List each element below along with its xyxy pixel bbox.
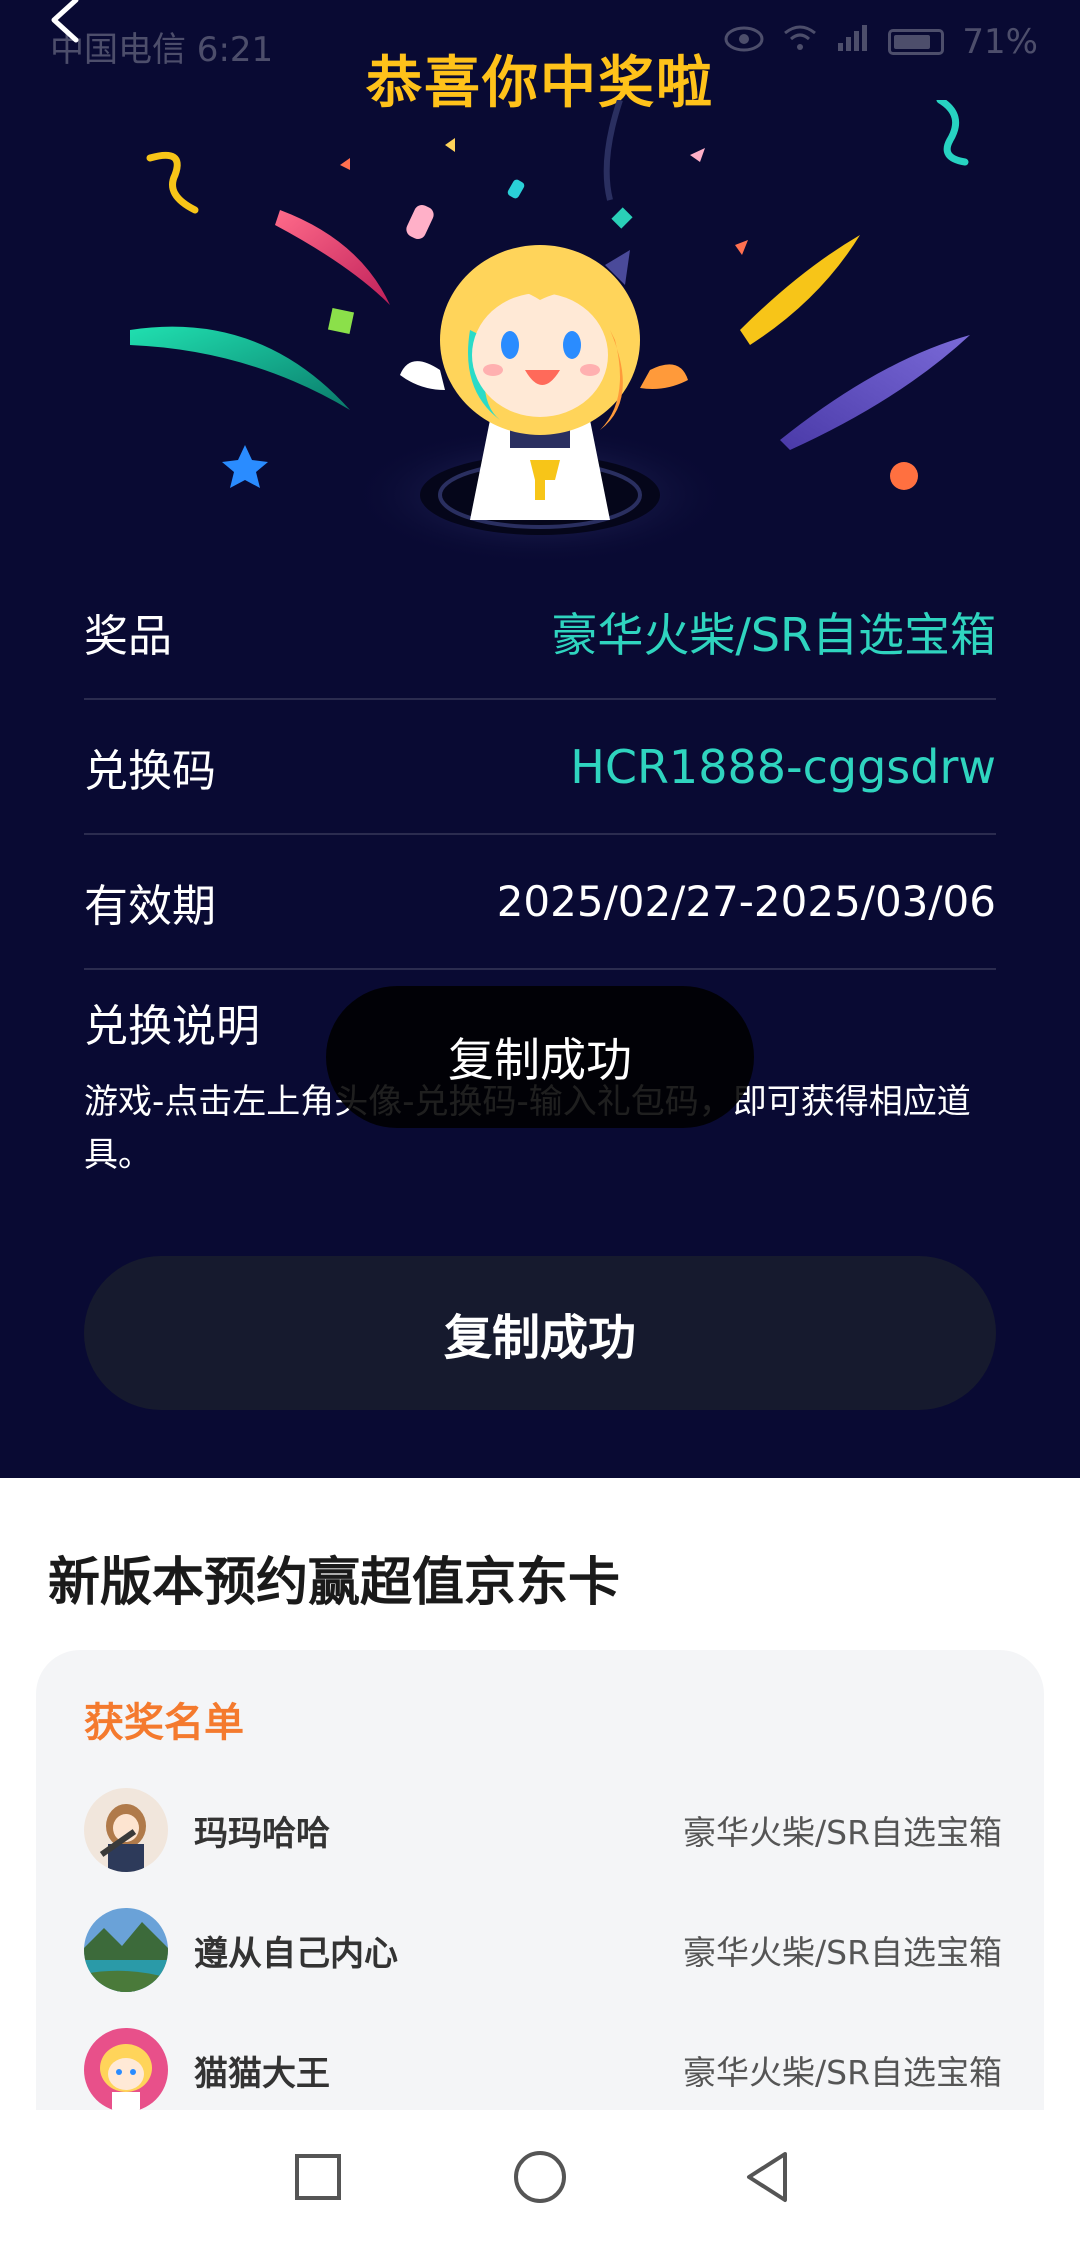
prize-label: 奖品 [84, 610, 172, 662]
winners-title: 获奖名单 [84, 1700, 244, 1746]
avatar [84, 2028, 168, 2110]
prize-row: 奖品 豪华火柴/SR自选宝箱 [84, 565, 996, 700]
prize-details: 奖品 豪华火柴/SR自选宝箱 兑换码 HCR1888-cggsdrw 有效期 2… [84, 565, 996, 970]
winner-prize: 豪华火柴/SR自选宝箱 [683, 1933, 1002, 1972]
redeem-code-label: 兑换码 [84, 745, 216, 797]
validity-value: 2025/02/27-2025/03/06 [496, 877, 996, 926]
nav-back-button[interactable] [733, 2142, 803, 2212]
system-nav-bar [0, 2112, 1080, 2244]
prize-value: 豪华火柴/SR自选宝箱 [551, 607, 996, 662]
winner-name: 猫猫大王 [194, 2053, 330, 2094]
copy-button[interactable]: 复制成功 [84, 1256, 996, 1410]
winner-prize: 豪华火柴/SR自选宝箱 [683, 1813, 1002, 1852]
prize-panel: 中国电信 6:21 71% 恭喜你中奖啦 奖品 豪华火柴/SR自选宝箱 兑换码 … [0, 0, 1080, 1478]
nav-square-icon [295, 2154, 341, 2200]
winners-card: 获奖名单 玛玛哈哈 豪华火柴/SR自选宝箱 遵从自己内心 豪华火柴/SR自选宝箱 [36, 1650, 1044, 2110]
winner-name: 遵从自己内心 [194, 1933, 398, 1974]
avatar [84, 1908, 168, 1992]
winner-prize: 豪华火柴/SR自选宝箱 [683, 2053, 1002, 2092]
copy-success-toast: 复制成功 [326, 986, 754, 1128]
celebration-illustration [130, 100, 970, 565]
redeem-code-value[interactable]: HCR1888-cggsdrw [570, 740, 996, 794]
promo-title: 新版本预约赢超值京东卡 [48, 1553, 621, 1613]
list-item: 猫猫大王 豪华火柴/SR自选宝箱 [84, 2027, 1002, 2110]
nav-circle-icon [514, 2151, 566, 2203]
nav-recents-button[interactable] [283, 2142, 353, 2212]
winner-name: 玛玛哈哈 [194, 1813, 330, 1854]
avatar [84, 1788, 168, 1872]
list-item: 玛玛哈哈 豪华火柴/SR自选宝箱 [84, 1787, 1002, 1873]
validity-row: 有效期 2025/02/27-2025/03/06 [84, 835, 996, 970]
nav-home-button[interactable] [505, 2142, 575, 2212]
list-item: 遵从自己内心 豪华火柴/SR自选宝箱 [84, 1907, 1002, 1993]
validity-label: 有效期 [84, 880, 216, 932]
nav-triangle-icon [747, 2152, 787, 2202]
redeem-code-row[interactable]: 兑换码 HCR1888-cggsdrw [84, 700, 996, 835]
